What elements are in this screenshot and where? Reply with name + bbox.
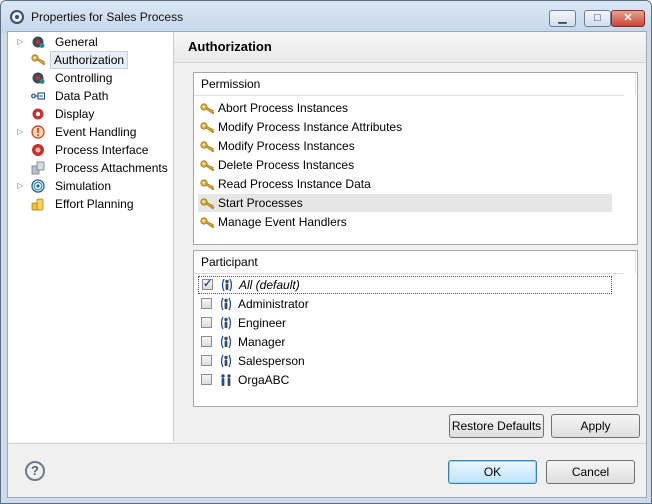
role-icon [221, 278, 233, 292]
tree-item-label: General [55, 35, 98, 49]
tree-item-authorization[interactable]: Authorization [8, 51, 173, 69]
expand-arrow-icon[interactable]: ▷ [17, 123, 25, 141]
participant-checkbox[interactable] [201, 374, 212, 385]
tree-item-label: Simulation [55, 179, 112, 193]
tree-item-label: Authorization [50, 51, 129, 69]
key-icon [200, 140, 216, 153]
participant-row[interactable]: Administrator [198, 295, 612, 313]
permission-list: Permission Abort Process Instances Modify… [193, 72, 638, 245]
permission-label: Abort Process Instances [218, 101, 349, 115]
role-icon [220, 335, 232, 349]
divider [8, 443, 646, 444]
spiral-icon [31, 179, 45, 193]
attachments-icon [31, 161, 45, 175]
tree-item-event-handling[interactable]: ▷ Event Handling [8, 123, 173, 141]
tree-item-display[interactable]: Display [8, 105, 173, 123]
tree-item-label: Process Attachments [55, 161, 168, 175]
key-icon [200, 159, 216, 172]
permission-label: Manage Event Handlers [218, 215, 347, 229]
title-bar[interactable]: Properties for Sales Process ▁ □ ✕ [1, 1, 651, 33]
tree-item-label: Display [55, 107, 95, 121]
page-title: Authorization [188, 39, 272, 54]
permission-label: Start Processes [218, 196, 303, 210]
key-icon [200, 102, 216, 115]
permission-label: Modify Process Instance Attributes [218, 120, 403, 134]
permission-row[interactable]: Abort Process Instances [198, 99, 612, 117]
key-icon [200, 121, 216, 134]
participant-label: Engineer [238, 316, 287, 330]
tree-item-data-path[interactable]: Data Path [8, 87, 173, 105]
participant-label: Salesperson [238, 354, 305, 368]
minimize-button[interactable]: ▁ [549, 10, 576, 27]
participant-checkbox[interactable] [201, 298, 212, 309]
close-button[interactable]: ✕ [611, 10, 645, 27]
permission-row[interactable]: Read Process Instance Data [198, 175, 612, 193]
gear-red-icon [31, 107, 45, 121]
role-icon [220, 354, 232, 368]
participant-checkbox[interactable] [201, 355, 212, 366]
tree-item-label: Data Path [55, 89, 109, 103]
tree-item-general[interactable]: ▷ General [8, 33, 173, 51]
ok-button[interactable]: OK [448, 460, 537, 484]
process-interface-icon [31, 143, 45, 157]
permission-label: Read Process Instance Data [218, 177, 371, 191]
property-page-tree: ▷ General Authorization Controlling Data Pat… [8, 32, 174, 442]
permission-row[interactable]: Start Processes [198, 194, 612, 212]
expand-arrow-icon[interactable]: ▷ [17, 177, 25, 195]
data-path-icon [31, 89, 46, 103]
cancel-button[interactable]: Cancel [546, 460, 635, 484]
tree-item-simulation[interactable]: ▷ Simulation [8, 177, 173, 195]
expand-arrow-icon[interactable]: ▷ [17, 33, 25, 51]
dialog-body: ▷ General Authorization Controlling Data Pat… [7, 31, 647, 498]
participant-label: All (default) [239, 278, 300, 292]
participant-checkbox[interactable] [202, 276, 213, 292]
tree-item-controlling[interactable]: Controlling [8, 69, 173, 87]
page-header: Authorization [174, 32, 646, 63]
tree-item-effort-planning[interactable]: Effort Planning [8, 195, 173, 213]
permission-column-header[interactable]: Permission [194, 73, 636, 96]
participant-label: Administrator [238, 297, 309, 311]
role-icon [220, 316, 232, 330]
key-icon [31, 53, 46, 67]
alert-icon [31, 125, 45, 139]
maximize-button[interactable]: □ [584, 10, 611, 27]
participant-column-header[interactable]: Participant [194, 251, 636, 274]
participant-checkbox[interactable] [201, 336, 212, 347]
participant-row[interactable]: All (default) [198, 276, 612, 294]
coins-icon [31, 197, 45, 211]
participant-checkbox[interactable] [201, 317, 212, 328]
participant-row[interactable]: OrgaABC [198, 371, 612, 389]
participant-row[interactable]: Engineer [198, 314, 612, 332]
dialog-icon [10, 10, 24, 24]
window-title: Properties for Sales Process [31, 10, 184, 24]
gear-icon [31, 71, 45, 85]
participant-list: Participant All (default) Administrator En… [193, 250, 638, 407]
participant-row[interactable]: Salesperson [198, 352, 612, 370]
participant-row[interactable]: Manager [198, 333, 612, 351]
tree-item-label: Controlling [55, 71, 113, 85]
help-icon[interactable]: ? [25, 461, 45, 481]
key-icon [200, 216, 216, 229]
tree-item-label: Process Interface [55, 143, 149, 157]
organization-icon [220, 373, 232, 387]
key-icon [200, 178, 216, 191]
permission-label: Modify Process Instances [218, 139, 355, 153]
permission-row[interactable]: Modify Process Instance Attributes [198, 118, 612, 136]
key-icon [200, 197, 216, 210]
tree-item-process-attachments[interactable]: Process Attachments [8, 159, 173, 177]
tree-item-label: Event Handling [55, 125, 137, 139]
permission-label: Delete Process Instances [218, 158, 355, 172]
participant-label: OrgaABC [238, 373, 290, 387]
role-icon [220, 297, 232, 311]
gear-icon [31, 35, 45, 49]
apply-button[interactable]: Apply [551, 414, 640, 438]
permission-row[interactable]: Manage Event Handlers [198, 213, 612, 231]
restore-defaults-button[interactable]: Restore Defaults [449, 414, 544, 438]
participant-label: Manager [238, 335, 286, 349]
permission-row[interactable]: Modify Process Instances [198, 137, 612, 155]
tree-item-process-interface[interactable]: Process Interface [8, 141, 173, 159]
tree-item-label: Effort Planning [55, 197, 134, 211]
permission-row[interactable]: Delete Process Instances [198, 156, 612, 174]
properties-dialog: Properties for Sales Process ▁ □ ✕ ▷ Gene… [0, 0, 652, 504]
